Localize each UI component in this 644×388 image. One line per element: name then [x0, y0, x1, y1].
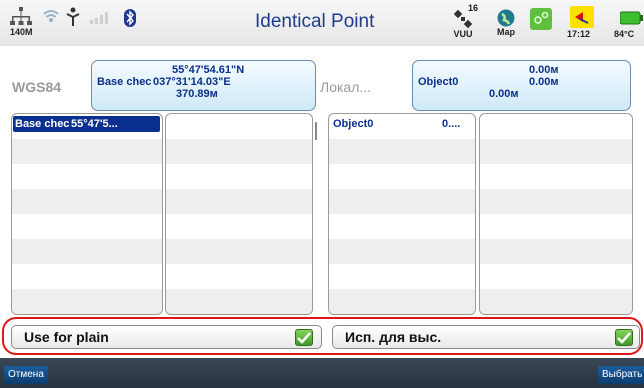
list-item-name: Base chec [15, 118, 70, 130]
object-north: 0.00м [529, 64, 559, 76]
column-divider[interactable] [315, 122, 317, 140]
use-for-height-checkbox[interactable] [615, 329, 633, 346]
base-name: Base chec [97, 76, 152, 88]
wifi-icon [43, 8, 59, 24]
object-coordinates-box[interactable]: 0.00м Object0 0.00м 0.00м [412, 60, 631, 111]
alert-icon[interactable] [570, 6, 594, 28]
use-for-plain-checkbox[interactable] [295, 329, 313, 346]
satellite-icon[interactable]: VUU [452, 9, 474, 39]
use-for-plain-option[interactable]: Use for plain [11, 325, 322, 349]
base-latitude: 55°47'54.61"N [172, 64, 245, 76]
use-for-height-label: Исп. для выс. [345, 329, 442, 345]
clock: 17:12 [567, 29, 591, 39]
antenna-icon [66, 7, 80, 27]
status-bar: 140M Identical Point 16 VUU Map 17:12 84… [0, 0, 644, 46]
signal-bars-icon [90, 12, 108, 24]
base-longitude: 037°31'14.03"E [153, 76, 231, 88]
object-list-item-name[interactable]: Object0 [333, 117, 373, 131]
object-list-item-value[interactable]: 0.... [442, 117, 460, 131]
base-point-list[interactable]: Base chec 55°47'5... [11, 113, 163, 315]
local-system-label: Локал... [320, 79, 372, 95]
object-point-list[interactable]: Object0 0.... [328, 113, 476, 315]
checkmark-icon [617, 331, 631, 344]
survey-status-icon[interactable] [530, 8, 552, 30]
object-name: Object0 [418, 76, 459, 88]
cancel-button[interactable]: Отмена [4, 366, 48, 384]
temperature: 84°C [614, 29, 635, 39]
use-for-height-option[interactable]: Исп. для выс. [332, 325, 640, 349]
base-coordinates-box[interactable]: 55°47'54.61"N Base chec 037°31'14.03"E 3… [91, 60, 316, 111]
network-icon: 140M [10, 5, 33, 37]
coordinate-system-label: WGS84 [12, 79, 62, 95]
satellite-label: VUU [453, 29, 473, 39]
map-label: Map [497, 27, 515, 37]
battery-icon [620, 11, 644, 25]
use-for-plain-label: Use for plain [24, 329, 109, 345]
checkmark-icon [297, 331, 311, 344]
list-item-selected[interactable]: Base chec 55°47'5... [13, 116, 160, 132]
bottom-bar [0, 358, 644, 388]
memory-label: 140M [10, 27, 33, 37]
base-point-detail-list[interactable] [165, 113, 313, 315]
object-point-detail-list[interactable] [479, 113, 633, 315]
page-title: Identical Point [255, 11, 375, 32]
bluetooth-icon [124, 9, 136, 27]
list-item-value: 55°47'5... [71, 118, 118, 130]
map-icon[interactable]: Map [497, 9, 515, 37]
object-height: 0.00м [489, 88, 519, 100]
base-height: 370.89м [176, 88, 218, 100]
object-east: 0.00м [529, 76, 559, 88]
select-button[interactable]: Выбрать [598, 366, 644, 384]
